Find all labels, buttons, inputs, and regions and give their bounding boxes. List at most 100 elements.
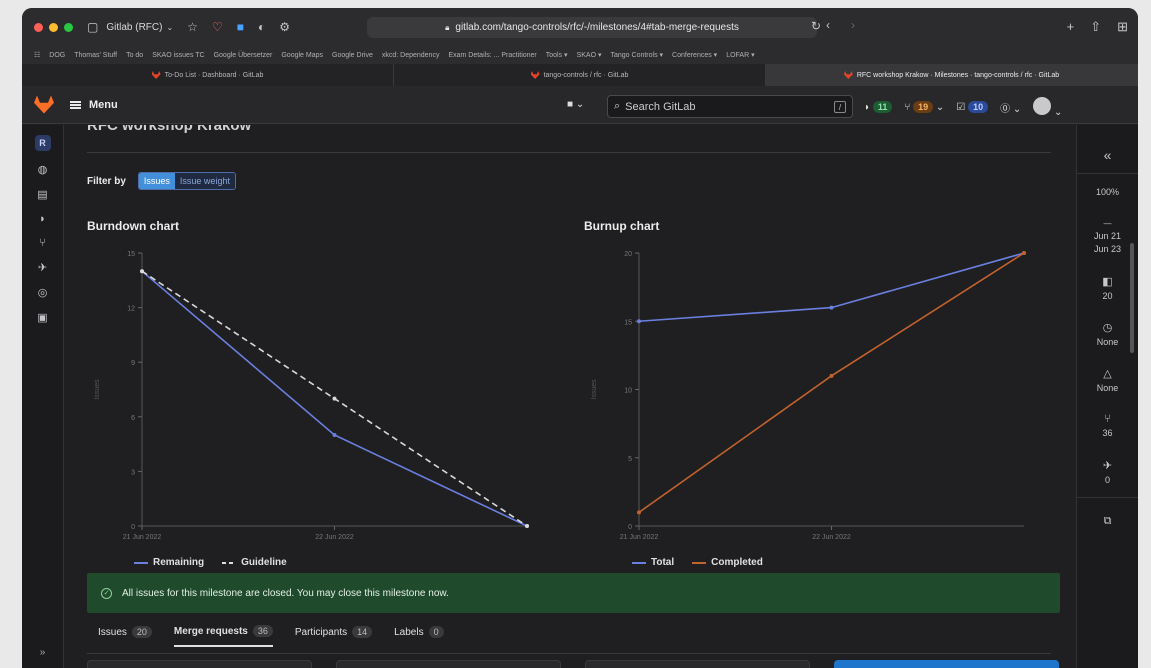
browser-tab-active[interactable]: RFC workshop Krakow · Milestones · tango… bbox=[766, 64, 1138, 86]
tab-label: Participants bbox=[294, 626, 348, 638]
sidebar-toggle-icon[interactable]: ▢ bbox=[87, 20, 98, 34]
expand-sidebar-icon[interactable]: » bbox=[40, 647, 46, 658]
bookmark-item[interactable]: SKAO issues TC bbox=[152, 52, 204, 59]
privacy-icon[interactable]: ◐ bbox=[258, 20, 265, 34]
weight-block[interactable]: △ None bbox=[1077, 367, 1138, 393]
legend-item[interactable]: Guideline bbox=[222, 557, 287, 568]
tab-merge-requests[interactable]: Merge requests 36 bbox=[173, 625, 273, 647]
deployments-icon[interactable]: ✈ bbox=[36, 261, 50, 274]
tab-overview-icon[interactable]: ⊞ bbox=[1117, 19, 1128, 35]
weight-value: None bbox=[1096, 383, 1119, 393]
reload-icon[interactable]: ↻ bbox=[811, 19, 821, 33]
milestone-closed-alert: ✓ All issues for this milestone are clos… bbox=[87, 573, 1060, 613]
wiki-icon[interactable]: ▣ bbox=[36, 311, 50, 324]
tab-group-label[interactable]: Gitlab (RFC) bbox=[106, 22, 162, 33]
y-tick-label: 0 bbox=[628, 524, 632, 531]
bookmark-item[interactable]: Exam Details: ... Practitioner bbox=[448, 52, 536, 59]
alert-text: All issues for this milestone are closed… bbox=[122, 587, 449, 599]
releases-block[interactable]: ✈ 0 bbox=[1077, 459, 1138, 485]
data-point-total bbox=[829, 305, 834, 310]
star-icon[interactable]: ☆ bbox=[187, 20, 198, 34]
collapse-sidebar-icon[interactable]: « bbox=[1077, 147, 1138, 163]
copy-reference-icon[interactable]: ⧉ bbox=[1077, 515, 1138, 528]
check-circle-icon: ✓ bbox=[101, 587, 112, 599]
y-tick-label: 6 bbox=[131, 415, 135, 422]
y-tick-label: 20 bbox=[624, 251, 632, 258]
filter-issues-button[interactable]: Issues bbox=[138, 173, 175, 189]
create-new-icon[interactable]: ■ ⌄ bbox=[567, 99, 584, 110]
bookmark-item[interactable]: Google Drive bbox=[332, 52, 373, 59]
issues-count-badge: 11 bbox=[872, 101, 893, 113]
minimize-window-button[interactable] bbox=[49, 22, 58, 32]
issues-counter[interactable]: ◗ 11 bbox=[864, 101, 893, 113]
gitlab-logo-icon[interactable] bbox=[34, 95, 54, 114]
bookmark-item[interactable]: Conferences ▾ bbox=[672, 51, 717, 59]
tab-participants[interactable]: Participants 14 bbox=[294, 625, 373, 647]
filter-issue-weight-button[interactable]: Issue weight bbox=[174, 173, 235, 189]
issues-block[interactable]: ◧ 20 bbox=[1077, 275, 1138, 301]
x-tick-label: 21 Jun 2022 bbox=[123, 534, 162, 541]
tab-label: tango-controls / rfc · GitLab bbox=[543, 71, 629, 79]
menu-button[interactable]: Menu bbox=[70, 99, 118, 111]
dates-block[interactable]: — Jun 21 Jun 23 bbox=[1077, 219, 1138, 254]
y-tick-label: 0 bbox=[131, 524, 135, 531]
new-tab-icon[interactable]: + bbox=[1067, 19, 1075, 35]
browser-tab[interactable]: tango-controls / rfc · GitLab bbox=[394, 64, 766, 86]
pocket-icon[interactable]: ♡ bbox=[212, 20, 223, 34]
y-axis-label: Issues bbox=[591, 379, 598, 400]
milestone-title: RFC workshop Krakow bbox=[87, 125, 252, 134]
divider bbox=[1077, 497, 1138, 498]
search-input[interactable]: ⌕ Search GitLab / bbox=[607, 95, 853, 118]
chevron-down-icon[interactable]: ⌄ bbox=[166, 23, 173, 32]
lock-extension-icon[interactable]: ■ bbox=[237, 20, 244, 34]
x-tick-label: 21 Jun 2022 bbox=[620, 534, 659, 541]
todos-counter[interactable]: ☑ 10 bbox=[956, 101, 989, 113]
close-window-button[interactable] bbox=[34, 22, 43, 32]
time-tracking-block[interactable]: ◷ None bbox=[1077, 321, 1138, 347]
tab-label: Merge requests bbox=[173, 625, 248, 637]
bookmark-item[interactable]: To do bbox=[126, 52, 143, 59]
bookmark-item[interactable]: SKAO ▾ bbox=[577, 51, 602, 59]
progress-value: 100% bbox=[1095, 187, 1120, 197]
settings-icon[interactable]: ⚙ bbox=[279, 20, 290, 34]
forward-icon[interactable]: › bbox=[851, 18, 855, 32]
browser-toolbar: ▢ Gitlab (RFC) ⌄ ☆ ♡ ■ ◐ ⚙ 🔒︎ gitlab.com… bbox=[22, 8, 1138, 46]
bookmark-item[interactable]: xkcd: Dependency bbox=[382, 52, 440, 59]
merge-requests-counter[interactable]: ⑂ 19 ⌄ bbox=[904, 101, 944, 113]
bookmark-item[interactable]: Google Maps bbox=[281, 52, 323, 59]
bookmark-item[interactable]: Tools ▾ bbox=[546, 51, 568, 59]
tab-issues[interactable]: Issues 20 bbox=[98, 625, 152, 647]
gitlab-header: Menu ■ ⌄ ⌕ Search GitLab / ◗ 11 ⑂ 19 ⌄ ☑… bbox=[22, 86, 1138, 124]
bookmark-item[interactable]: LOFAR ▾ bbox=[726, 51, 754, 59]
project-overview-icon[interactable]: ◍ bbox=[36, 163, 50, 176]
user-menu[interactable]: ⌄ bbox=[1033, 97, 1062, 118]
bookmarks-grid-icon[interactable]: ☷ bbox=[34, 51, 40, 59]
monitor-icon[interactable]: ◎ bbox=[36, 286, 50, 299]
bookmark-item[interactable]: Tango Controls ▾ bbox=[611, 51, 664, 59]
releases-value: 0 bbox=[1104, 475, 1110, 485]
legend-item[interactable]: Completed bbox=[692, 557, 763, 568]
legend-label: Guideline bbox=[241, 557, 287, 568]
browser-tab[interactable]: To-Do List · Dashboard · GitLab bbox=[22, 64, 394, 86]
scrollbar[interactable] bbox=[1130, 243, 1134, 353]
project-avatar[interactable]: R bbox=[34, 135, 51, 151]
bookmark-item[interactable]: Google Übersetzer bbox=[214, 52, 273, 59]
repository-icon[interactable]: ▤ bbox=[36, 188, 50, 201]
zoom-window-button[interactable] bbox=[64, 22, 73, 32]
tab-labels[interactable]: Labels 0 bbox=[394, 625, 444, 647]
address-bar[interactable]: 🔒︎ gitlab.com/tango-controls/rfc/-/miles… bbox=[367, 17, 817, 38]
tab-count-badge: 20 bbox=[131, 626, 152, 638]
legend-item[interactable]: Remaining bbox=[134, 557, 204, 568]
help-icon[interactable]: ⓪ ⌄ bbox=[1000, 100, 1021, 115]
data-point-guideline bbox=[525, 524, 529, 528]
issues-value: 20 bbox=[1102, 291, 1113, 301]
merge-requests-icon[interactable]: ⑂ bbox=[36, 237, 50, 249]
bookmark-item[interactable]: Thomas' Stuff bbox=[74, 52, 117, 59]
bookmark-item[interactable]: DOG bbox=[49, 52, 65, 59]
legend-item[interactable]: Total bbox=[632, 557, 674, 568]
back-icon[interactable]: ‹ bbox=[826, 18, 830, 32]
merge-requests-block[interactable]: ⑂ 36 bbox=[1077, 413, 1138, 438]
issues-icon[interactable]: ◗ bbox=[36, 213, 50, 225]
y-axis-label: Issues bbox=[94, 379, 101, 400]
share-icon[interactable]: ⇧ bbox=[1090, 19, 1101, 35]
